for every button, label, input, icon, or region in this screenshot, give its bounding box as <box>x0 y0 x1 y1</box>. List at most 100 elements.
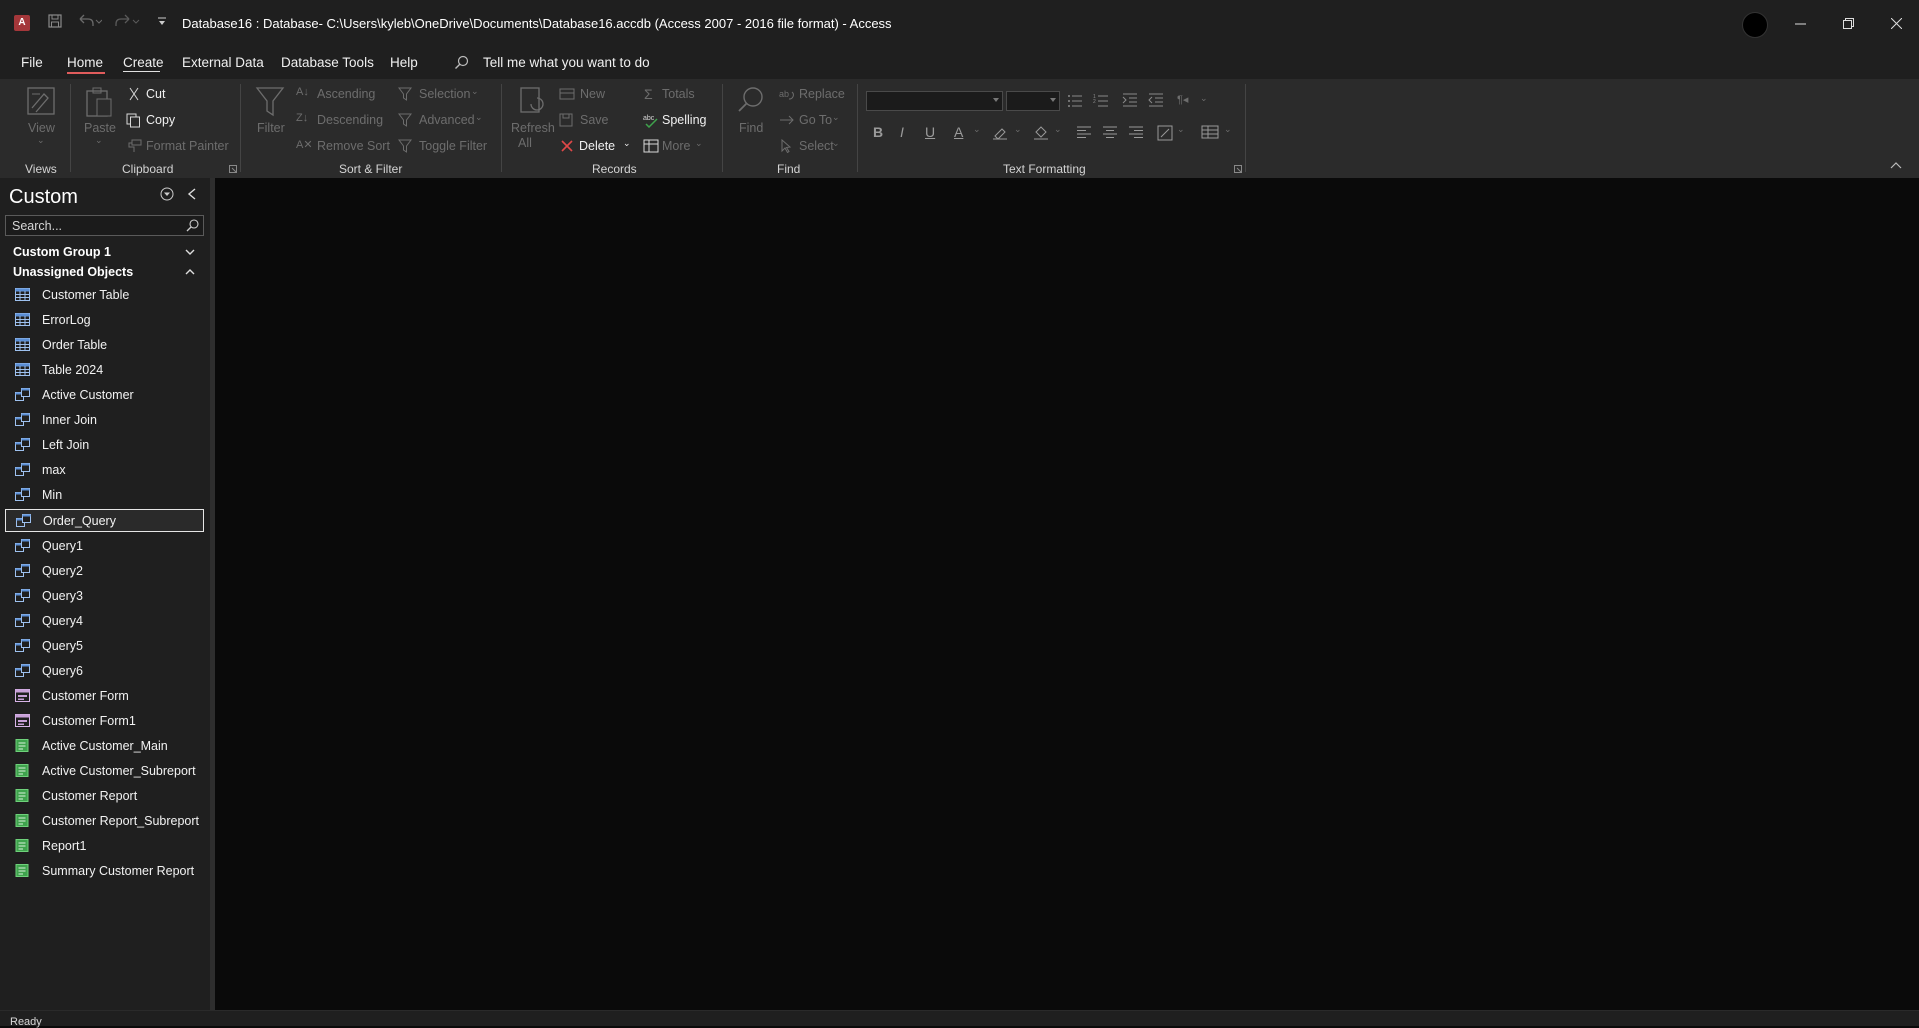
cut-button[interactable]: Cut <box>146 87 165 101</box>
chevron-down-icon[interactable]: ⌄ <box>1224 124 1232 135</box>
tell-me-search[interactable]: Tell me what you want to do <box>483 55 650 70</box>
nav-item-active-customer-main[interactable]: Active Customer_Main <box>5 735 204 758</box>
chevron-down-icon[interactable]: ⌄ <box>1200 93 1208 104</box>
save-icon[interactable] <box>47 13 63 29</box>
advanced-button[interactable]: Advanced <box>419 113 475 127</box>
access-app-icon[interactable]: A <box>14 15 30 31</box>
highlight-icon[interactable] <box>992 126 1008 140</box>
totals-button[interactable]: Totals <box>662 87 695 101</box>
user-avatar[interactable] <box>1742 12 1768 38</box>
font-color-button[interactable]: A <box>954 124 963 140</box>
bold-button[interactable]: B <box>873 124 883 140</box>
fill-color-icon[interactable] <box>1033 126 1049 140</box>
underline-button[interactable]: U <box>925 124 935 140</box>
sort-descending-icon[interactable]: Z↓ <box>296 112 308 124</box>
nav-item-order-query[interactable]: Order_Query <box>5 509 204 532</box>
font-name-combo[interactable] <box>866 91 1003 111</box>
chevron-down-icon[interactable] <box>185 249 195 256</box>
select-button[interactable]: Select <box>799 139 834 153</box>
chevron-down-icon[interactable]: ⌄ <box>1014 124 1022 135</box>
nav-menu-dropdown-icon[interactable] <box>160 187 174 201</box>
nav-item-query6[interactable]: Query6 <box>5 660 204 683</box>
nav-item-query3[interactable]: Query3 <box>5 585 204 608</box>
nav-item-order-table[interactable]: Order Table <box>5 334 204 357</box>
cut-icon[interactable] <box>127 87 141 101</box>
chevron-down-icon[interactable]: ⌄ <box>695 138 703 149</box>
new-button[interactable]: New <box>580 87 605 101</box>
format-painter-icon[interactable] <box>126 139 142 153</box>
goto-button[interactable]: Go To <box>799 113 832 127</box>
find-button[interactable]: Find <box>739 121 763 135</box>
toggle-filter-button[interactable]: Toggle Filter <box>419 139 487 153</box>
toggle-filter-icon[interactable] <box>398 139 414 153</box>
increase-indent-icon[interactable] <box>1122 93 1138 107</box>
decrease-indent-icon[interactable] <box>1148 93 1164 107</box>
nav-search-box[interactable] <box>5 215 204 236</box>
numbering-icon[interactable]: 12 <box>1093 93 1109 107</box>
paste-button[interactable]: Paste <box>84 121 116 135</box>
delete-button[interactable]: Delete <box>579 139 615 153</box>
remove-sort-icon[interactable]: A✕ <box>296 138 313 151</box>
conditional-formatting-icon[interactable] <box>1157 125 1173 141</box>
nav-item-inner-join[interactable]: Inner Join <box>5 409 204 432</box>
align-center-icon[interactable] <box>1103 126 1117 138</box>
spelling-button[interactable]: Spelling <box>662 113 706 127</box>
font-size-combo[interactable] <box>1006 91 1060 111</box>
nav-item-query4[interactable]: Query4 <box>5 610 204 633</box>
filter-icon[interactable] <box>255 86 285 118</box>
tab-file[interactable]: File <box>21 55 43 70</box>
nav-item-min[interactable]: Min <box>5 484 204 507</box>
more-button[interactable]: More <box>662 139 690 153</box>
save-record-icon[interactable] <box>559 113 575 127</box>
select-cursor-icon[interactable] <box>779 139 793 153</box>
nav-item-customer-report[interactable]: Customer Report <box>5 785 204 808</box>
filter-button[interactable]: Filter <box>257 121 285 135</box>
descending-button[interactable]: Descending <box>317 113 383 127</box>
nav-item-customer-form1[interactable]: Customer Form1 <box>5 710 204 733</box>
chevron-down-icon[interactable]: ⌄ <box>623 138 631 149</box>
copy-icon[interactable] <box>126 113 141 128</box>
search-icon[interactable] <box>186 219 199 232</box>
chevron-down-icon[interactable]: ⌄ <box>471 86 479 97</box>
format-painter-button[interactable]: Format Painter <box>146 139 229 153</box>
lightbulb-search-icon[interactable] <box>454 55 470 71</box>
nav-item-max[interactable]: max <box>5 459 204 482</box>
more-icon[interactable] <box>643 139 659 153</box>
tab-help[interactable]: Help <box>390 55 418 70</box>
close-button[interactable] <box>1873 0 1919 47</box>
nav-item-query1[interactable]: Query1 <box>5 535 204 558</box>
undo-icon[interactable] <box>76 13 102 29</box>
spelling-icon[interactable]: abc <box>643 112 659 128</box>
refresh-all-icon[interactable] <box>517 86 547 118</box>
chevron-down-icon[interactable]: ⌄ <box>1054 124 1062 135</box>
nav-item-query5[interactable]: Query5 <box>5 635 204 658</box>
chevron-down-icon[interactable]: ⌄ <box>973 124 981 135</box>
dialog-launcher-icon[interactable] <box>1234 165 1242 173</box>
totals-icon[interactable]: Σ <box>644 86 653 102</box>
nav-search-input[interactable] <box>10 218 184 234</box>
chevron-down-icon[interactable]: ⌄ <box>475 112 483 123</box>
redo-icon[interactable] <box>114 13 140 29</box>
shutter-bar-close-icon[interactable] <box>187 188 197 200</box>
nav-item-summary-customer-report[interactable]: Summary Customer Report <box>5 860 204 883</box>
nav-item-active-customer-subreport[interactable]: Active Customer_Subreport <box>5 760 204 783</box>
tab-home[interactable]: Home <box>67 55 103 70</box>
align-right-icon[interactable] <box>1129 126 1143 138</box>
gridlines-icon[interactable] <box>1201 125 1219 139</box>
minimize-button[interactable] <box>1777 0 1823 47</box>
view-icon[interactable] <box>26 86 56 116</box>
chevron-down-icon[interactable]: ⌄ <box>95 135 103 146</box>
nav-item-report1[interactable]: Report1 <box>5 835 204 858</box>
text-direction-icon[interactable]: ¶◂ <box>1177 93 1188 106</box>
nav-item-active-customer[interactable]: Active Customer <box>5 384 204 407</box>
goto-arrow-icon[interactable] <box>779 114 795 126</box>
italic-button[interactable]: I <box>900 124 904 140</box>
nav-item-query2[interactable]: Query2 <box>5 560 204 583</box>
copy-button[interactable]: Copy <box>146 113 175 127</box>
sort-ascending-icon[interactable]: A↓ <box>296 86 309 98</box>
refresh-button[interactable]: Refresh <box>511 121 555 135</box>
save-button[interactable]: Save <box>580 113 609 127</box>
chevron-down-icon[interactable]: ⌄ <box>1177 124 1185 135</box>
nav-group-unassigned-objects[interactable]: Unassigned Objects <box>13 265 133 279</box>
nav-item-customer-report-subreport[interactable]: Customer Report_Subreport <box>5 810 204 833</box>
